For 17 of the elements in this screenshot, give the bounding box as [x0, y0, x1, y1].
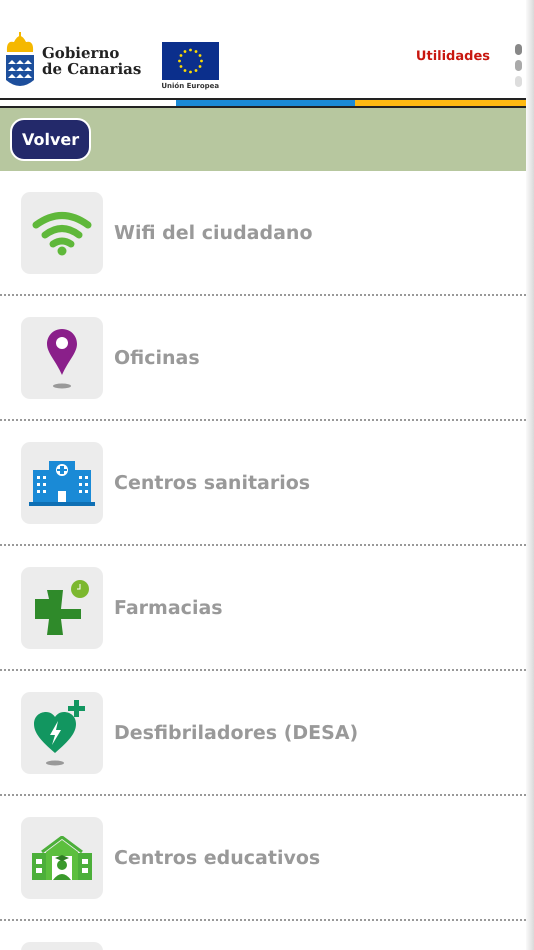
hospital-icon	[29, 460, 95, 506]
back-button[interactable]: Volver	[10, 118, 92, 161]
school-icon	[32, 836, 92, 880]
list-item[interactable]: Centros sanitarios	[0, 421, 526, 546]
scroll-indicator	[515, 44, 522, 87]
list-item[interactable]: Farmacias	[0, 546, 526, 671]
list-item[interactable]: Oficinas	[0, 296, 526, 421]
logo-text: de Canarias	[42, 61, 142, 77]
location-pin-icon	[46, 326, 78, 388]
pharmacy-cross-icon	[33, 578, 91, 636]
wifi-icon	[31, 210, 93, 256]
utilities-link[interactable]: Utilidades	[416, 48, 490, 64]
list-item[interactable]: Centros educativos	[0, 796, 526, 921]
logo-text: Gobierno	[42, 45, 120, 61]
list-item[interactable]: Desfibriladores (DESA)	[0, 671, 526, 796]
list-item[interactable]: Wifi del ciudadano	[0, 171, 526, 296]
eu-flag-icon	[162, 42, 219, 80]
